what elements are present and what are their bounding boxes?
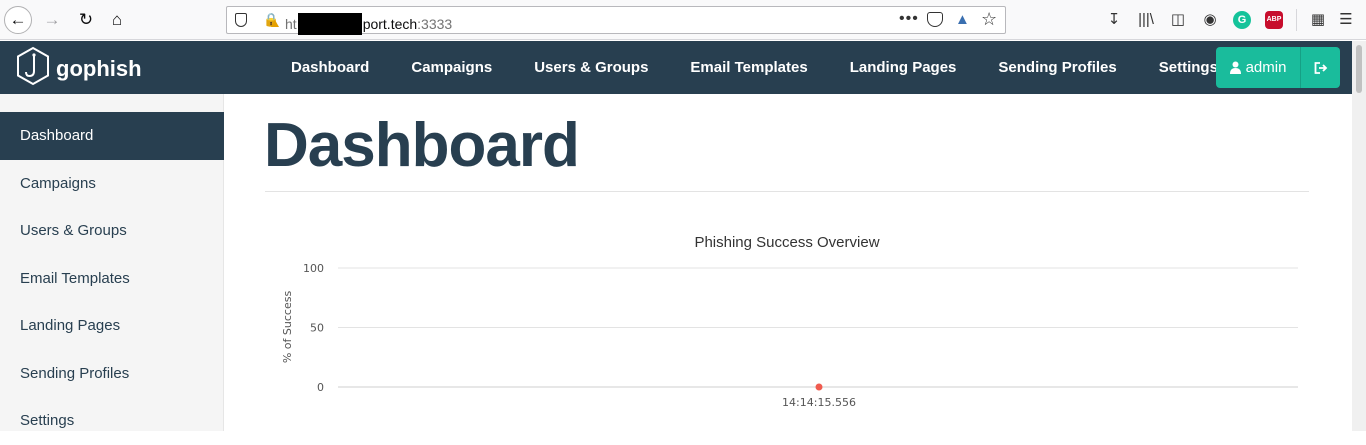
top-navbar: gophish Dashboard Campaigns Users & Grou… [0, 41, 1366, 94]
page-title: Dashboard [264, 111, 580, 180]
y-tick-label: 0 [317, 381, 324, 394]
x-tick-label: 14:14:15.556 [782, 396, 856, 409]
admin-user-button[interactable]: admin [1216, 47, 1300, 88]
account-icon[interactable]: ◉ [1200, 9, 1220, 31]
browser-toolbar: ← → ↻ ⌂ 🔒 ht port.tech:3333 ••• ▲ ☆ ↧ |||… [0, 0, 1366, 40]
nav-email-templates[interactable]: Email Templates [669, 41, 828, 94]
title-divider [265, 191, 1309, 192]
menu-icon[interactable]: ☰ [1336, 9, 1356, 31]
brand-name[interactable]: gophish [56, 56, 142, 82]
data-point[interactable] [815, 383, 823, 391]
chart-y-axis-label: % of Success [281, 291, 294, 364]
gophish-logo-icon[interactable] [15, 46, 51, 86]
adblock-icon[interactable]: ABP [1265, 11, 1283, 29]
nav-campaigns[interactable]: Campaigns [390, 41, 513, 94]
extension-icon[interactable]: ▲ [955, 11, 970, 28]
library-icon[interactable]: |||\ [1136, 9, 1156, 31]
redaction-block [297, 13, 362, 35]
user-icon [1229, 61, 1241, 74]
sidebar-toggle-icon[interactable]: ◫ [1168, 9, 1188, 31]
reload-icon[interactable]: ↻ [72, 6, 100, 34]
y-tick-label: 50 [310, 322, 324, 335]
toolbar-separator [1296, 9, 1297, 31]
sidebar: Dashboard Campaigns Users & Groups Email… [0, 94, 224, 431]
chart-points [815, 383, 823, 391]
y-tick-label: 100 [303, 262, 324, 275]
chart-grid [338, 267, 1298, 388]
nav-landing-pages[interactable]: Landing Pages [829, 41, 978, 94]
sidebar-item-landing-pages[interactable]: Landing Pages [0, 302, 224, 350]
sidebar-item-users-groups[interactable]: Users & Groups [0, 207, 224, 255]
tracking-shield-icon[interactable] [235, 13, 247, 27]
logout-button[interactable] [1300, 47, 1340, 88]
chart-y-ticks: 100 50 0 [303, 262, 324, 394]
sidebar-item-dashboard[interactable]: Dashboard [0, 112, 224, 160]
grammarly-icon[interactable]: G [1233, 11, 1251, 29]
sidebar-item-campaigns[interactable]: Campaigns [0, 160, 224, 208]
extensions-puzzle-icon[interactable]: ▦ [1308, 9, 1328, 31]
chart-x-ticks: 14:14:15.556 [782, 396, 856, 409]
sidebar-item-email-templates[interactable]: Email Templates [0, 255, 224, 303]
home-icon[interactable]: ⌂ [103, 6, 131, 34]
chart-title: Phishing Success Overview [694, 234, 879, 251]
nav-sending-profiles[interactable]: Sending Profiles [977, 41, 1137, 94]
more-actions-icon[interactable]: ••• [899, 10, 919, 28]
nav-dashboard[interactable]: Dashboard [270, 41, 390, 94]
scrollbar-thumb[interactable] [1356, 45, 1362, 93]
nav-users-groups[interactable]: Users & Groups [513, 41, 669, 94]
pocket-icon[interactable] [927, 12, 943, 27]
bookmark-star-icon[interactable]: ☆ [981, 9, 997, 30]
phishing-success-chart: Phishing Success Overview % of Success 1… [281, 234, 1298, 409]
back-arrow-icon[interactable]: ← [4, 6, 32, 34]
url-text[interactable]: ht port.tech:3333 [285, 13, 452, 35]
nav-links: Dashboard Campaigns Users & Groups Email… [270, 41, 1239, 94]
warning-icon [271, 20, 279, 27]
page-scrollbar[interactable] [1352, 41, 1366, 431]
sidebar-item-settings[interactable]: Settings [0, 397, 224, 445]
sign-out-icon [1314, 61, 1327, 74]
address-bar[interactable]: 🔒 ht port.tech:3333 ••• ▲ ☆ [226, 6, 1006, 35]
sidebar-item-sending-profiles[interactable]: Sending Profiles [0, 350, 224, 398]
admin-label: admin [1245, 59, 1287, 76]
forward-arrow-icon[interactable]: → [38, 6, 66, 34]
download-icon[interactable]: ↧ [1104, 9, 1124, 31]
